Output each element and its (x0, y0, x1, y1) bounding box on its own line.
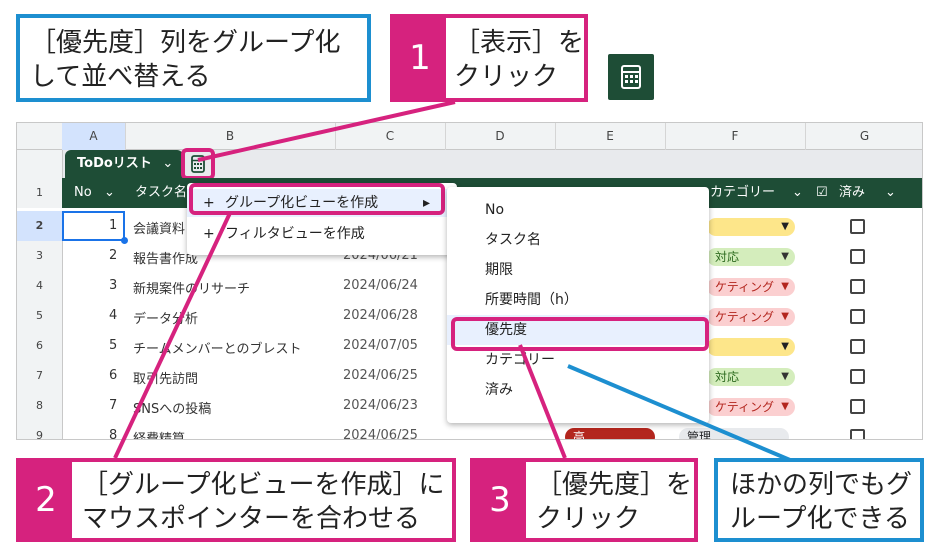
step2-number: 2 (20, 462, 72, 538)
step3-callout: 3 ［優先度］を クリック (470, 458, 698, 542)
step2-callout: 2 ［グループ化ビューを作成］に マウスポインターを合わせる (16, 458, 456, 542)
step3-text: ［優先度］を クリック (536, 470, 693, 534)
note-text: ほかの列でもグ ループ化できる (730, 470, 913, 534)
step2-text: ［グループ化ビューを作成］に マウスポインターを合わせる (82, 470, 445, 534)
note-callout: ほかの列でもグ ループ化できる (714, 458, 924, 542)
step3-number: 3 (474, 462, 526, 538)
